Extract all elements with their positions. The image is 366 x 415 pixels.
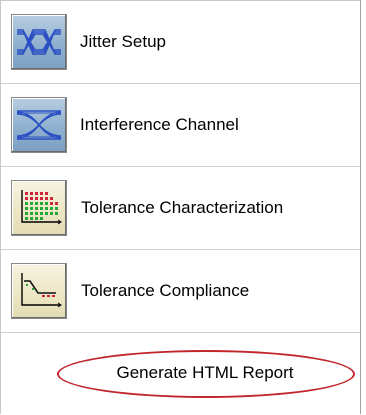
compliance-curve-chart-icon[interactable] — [11, 263, 67, 319]
menu-item-interference-channel[interactable]: Interference Channel — [1, 84, 360, 167]
menu-item-label: Interference Channel — [80, 115, 239, 134]
navigation-panel: Jitter Setup Interference Channel Tolera… — [0, 0, 361, 414]
menu-item-jitter-setup[interactable]: Jitter Setup — [1, 1, 360, 84]
menu-item-label: Tolerance Compliance — [81, 281, 250, 300]
generate-html-report-link[interactable]: Generate HTML Report — [1, 363, 366, 383]
menu-item-tolerance-compliance[interactable]: Tolerance Compliance — [1, 250, 360, 333]
menu-item-label: Jitter Setup — [80, 32, 166, 51]
menu-item-label: Tolerance Characterization — [81, 198, 284, 217]
menu-item-tolerance-characterization[interactable]: Tolerance Characterization — [1, 167, 360, 250]
eye-diagram-icon[interactable] — [11, 14, 67, 70]
tolerance-grid-chart-icon[interactable] — [11, 180, 67, 236]
generate-report-row: Generate HTML Report — [1, 335, 360, 415]
interference-eye-icon[interactable] — [11, 97, 67, 153]
